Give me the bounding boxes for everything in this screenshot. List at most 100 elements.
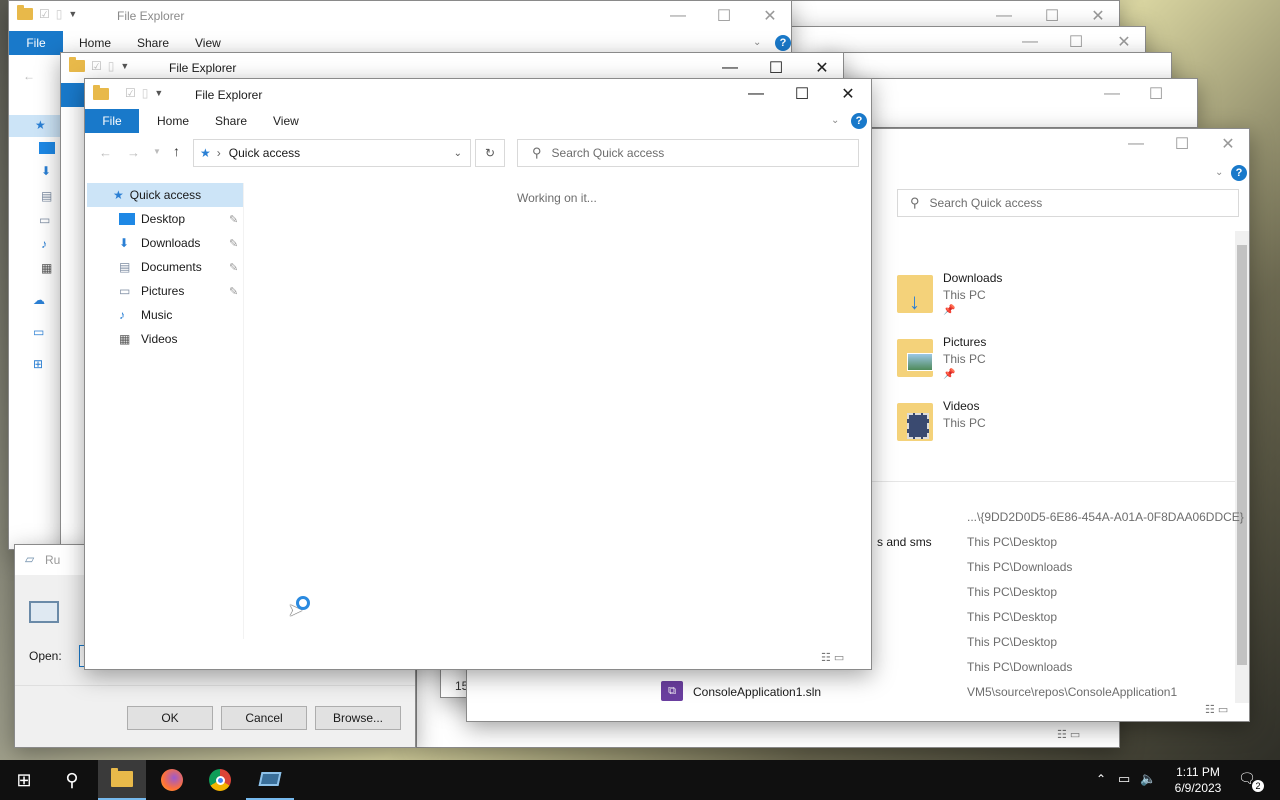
help-icon[interactable]: ?: [851, 113, 867, 129]
view-toggle-icons[interactable]: ☷ ▭: [1057, 727, 1080, 741]
nav-item-pictures[interactable]: ▭ Pictures: [119, 279, 184, 303]
taskbar-firefox[interactable]: [148, 760, 196, 800]
recent-file-name[interactable]: ConsoleApplication1.sln: [693, 685, 821, 699]
show-hidden-icons-icon[interactable]: ⌃: [1096, 772, 1106, 786]
search-box[interactable]: ⚲ Search Quick access: [897, 189, 1239, 217]
view-toggle-icons[interactable]: ☷ ▭: [821, 651, 844, 664]
pane-divider[interactable]: [243, 183, 244, 639]
recent-name-fragment: s and sms: [877, 535, 932, 549]
recent-path: This PC\Desktop: [967, 585, 1058, 599]
nav-item-desktop[interactable]: Desktop: [119, 207, 185, 231]
scrollbar-thumb[interactable]: [1237, 245, 1247, 665]
maximize-icon[interactable]: ☐: [779, 79, 825, 109]
recent-path: This PC\Desktop: [967, 635, 1058, 649]
refresh-icon[interactable]: ↻: [475, 139, 505, 167]
address-location[interactable]: Quick access: [229, 146, 300, 160]
view-toggle-icons[interactable]: ☷ ▭: [1205, 703, 1228, 716]
volume-muted-icon[interactable]: 🔈: [1140, 771, 1156, 787]
tab-share[interactable]: Share: [215, 114, 247, 128]
quick-access-folder[interactable]: Videos This PC: [895, 399, 986, 443]
clock[interactable]: 1:11 PM 6/9/2023: [1160, 764, 1236, 796]
help-icon[interactable]: ?: [775, 35, 791, 51]
downloads-icon: ⬇: [119, 236, 130, 250]
close-icon[interactable]: ✕: [1179, 79, 1197, 109]
minimize-icon[interactable]: —: [1113, 129, 1159, 159]
maximize-icon[interactable]: ☐: [1133, 79, 1179, 109]
desktop-icon[interactable]: [39, 142, 55, 154]
qat-dropdown-icon[interactable]: ▼: [120, 61, 129, 71]
network-icon[interactable]: ▭: [1118, 771, 1130, 787]
minimize-icon[interactable]: —: [733, 79, 779, 109]
properties-icon[interactable]: ☑: [39, 7, 50, 21]
taskbar-file-explorer[interactable]: [98, 760, 146, 800]
browse-button[interactable]: Browse...: [315, 706, 401, 730]
new-folder-icon[interactable]: ▯: [108, 59, 115, 73]
qat-dropdown-icon[interactable]: ▼: [154, 88, 163, 98]
taskbar-chrome[interactable]: [196, 760, 244, 800]
ok-button[interactable]: OK: [127, 706, 213, 730]
nav-item-music[interactable]: ♪ Music: [119, 303, 172, 327]
tab-home[interactable]: Home: [79, 36, 111, 50]
up-arrow-icon[interactable]: ↑: [173, 143, 180, 159]
tab-file[interactable]: File: [85, 109, 139, 133]
network-icon[interactable]: ⊞: [33, 357, 43, 371]
explorer-app-icon: [69, 57, 85, 72]
close-icon[interactable]: ✕: [825, 79, 871, 109]
downloads-icon[interactable]: ⬇: [41, 164, 51, 178]
this-pc-icon[interactable]: ▭: [33, 325, 44, 339]
documents-icon[interactable]: ▤: [41, 189, 52, 203]
taskbar-run[interactable]: [246, 760, 294, 800]
ribbon-expand-icon[interactable]: ⌄: [1215, 167, 1223, 178]
quick-access-toolbar: ☑ ▯ ▼: [93, 85, 163, 100]
minimize-icon[interactable]: —: [1089, 79, 1135, 109]
close-icon[interactable]: ✕: [1205, 129, 1249, 159]
windows-logo-icon: ⊞: [16, 769, 32, 790]
firefox-icon: [161, 769, 183, 791]
search-placeholder: Search Quick access: [929, 196, 1043, 210]
nav-item-downloads[interactable]: ⬇ Downloads: [119, 231, 200, 255]
pictures-icon[interactable]: ▭: [39, 213, 50, 227]
search-button[interactable]: ⚲: [48, 760, 96, 800]
tab-share[interactable]: Share: [137, 36, 169, 50]
maximize-icon[interactable]: ☐: [1159, 129, 1205, 159]
quick-access-icon[interactable]: ★: [35, 118, 46, 132]
scrollbar[interactable]: [1235, 231, 1249, 703]
address-bar[interactable]: ★ › Quick access ⌄: [193, 139, 471, 167]
help-icon[interactable]: ?: [1231, 165, 1247, 181]
recent-locations-icon[interactable]: ▼: [153, 147, 161, 156]
forward-arrow-icon[interactable]: →: [127, 145, 140, 160]
ribbon-expand-icon[interactable]: ⌄: [753, 37, 761, 48]
back-arrow-icon[interactable]: ←: [23, 69, 35, 83]
close-icon[interactable]: ✕: [747, 1, 791, 31]
onedrive-icon[interactable]: ☁: [33, 293, 45, 307]
music-icon[interactable]: ♪: [41, 237, 47, 251]
ribbon-expand-icon[interactable]: ⌄: [831, 115, 839, 126]
videos-icon[interactable]: ▦: [41, 261, 52, 275]
properties-icon[interactable]: ☑: [91, 59, 102, 73]
recent-path: This PC\Downloads: [967, 560, 1073, 574]
nav-item-documents[interactable]: ▤ Documents: [119, 255, 202, 279]
tab-file[interactable]: File: [9, 31, 63, 55]
quick-access-folder[interactable]: ↓ Downloads This PC 📌: [895, 271, 1002, 316]
address-dropdown-icon[interactable]: ⌄: [454, 148, 462, 159]
cancel-button[interactable]: Cancel: [221, 706, 307, 730]
search-placeholder: Search Quick access: [551, 146, 665, 160]
maximize-icon[interactable]: ☐: [701, 1, 747, 31]
pin-icon: ✎: [229, 286, 239, 298]
search-box[interactable]: ⚲ Search Quick access: [517, 139, 859, 167]
new-folder-icon[interactable]: ▯: [142, 86, 149, 100]
minimize-icon[interactable]: —: [655, 1, 701, 31]
nav-item-quick-access[interactable]: ★ Quick access: [87, 183, 243, 207]
quick-access-folder[interactable]: Pictures This PC 📌: [895, 335, 986, 380]
recent-path: This PC\Desktop: [967, 535, 1058, 549]
back-arrow-icon[interactable]: ←: [99, 145, 112, 160]
tab-view[interactable]: View: [195, 36, 221, 50]
recent-path: VM5\source\repos\ConsoleApplication1: [967, 685, 1178, 699]
qat-dropdown-icon[interactable]: ▼: [68, 9, 77, 19]
new-folder-icon[interactable]: ▯: [56, 7, 63, 21]
tab-view[interactable]: View: [273, 114, 299, 128]
tab-home[interactable]: Home: [157, 114, 189, 128]
nav-item-videos[interactable]: ▦ Videos: [119, 327, 177, 351]
properties-icon[interactable]: ☑: [125, 86, 136, 100]
start-button[interactable]: ⊞: [0, 760, 48, 800]
